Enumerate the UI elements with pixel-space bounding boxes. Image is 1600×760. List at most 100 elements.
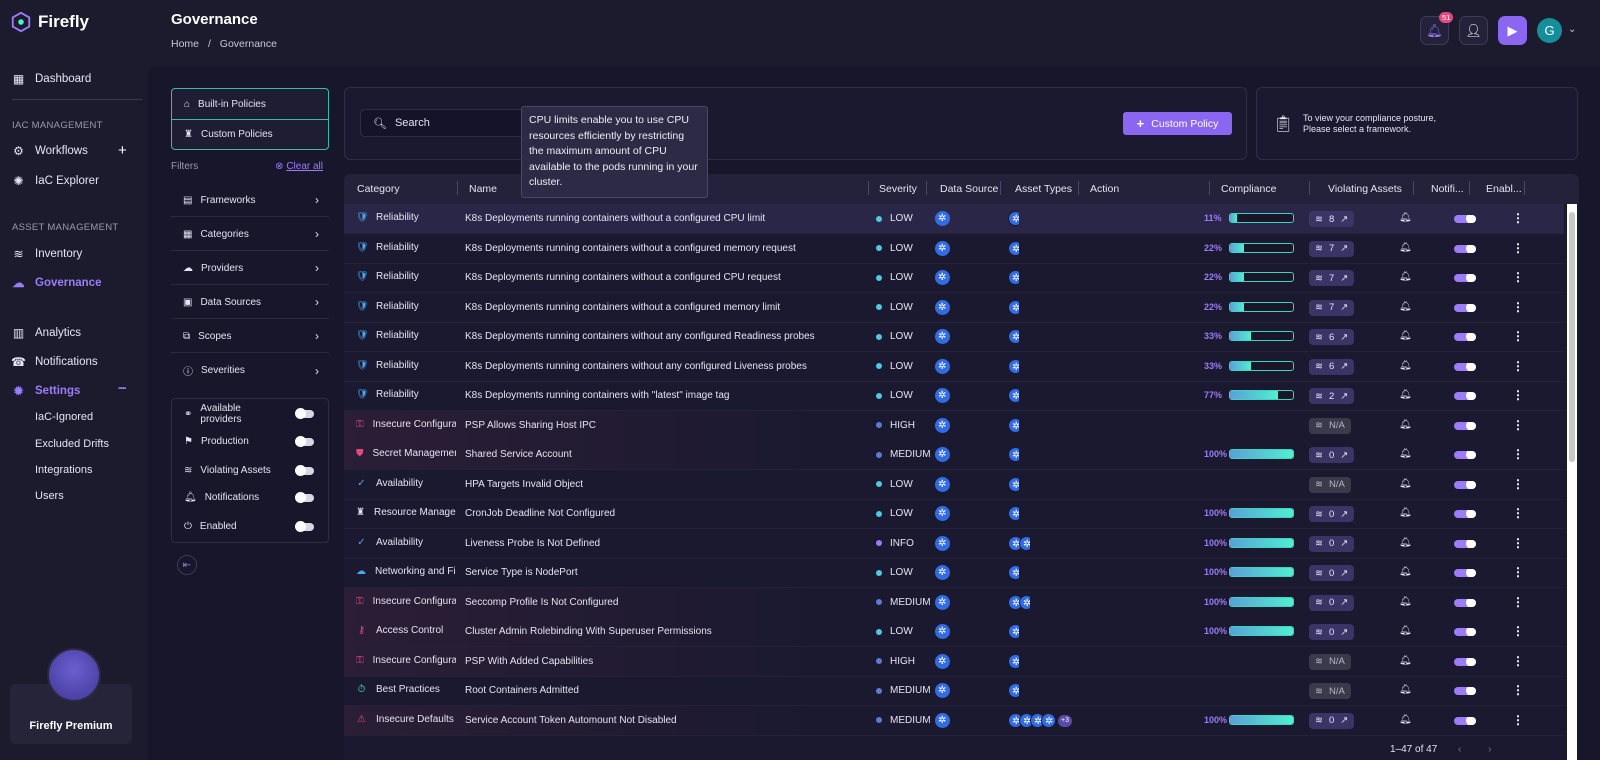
- breadcrumb-home[interactable]: Home: [171, 38, 199, 50]
- enabled-toggle[interactable]: [1454, 598, 1476, 607]
- nav-excluded-drifts[interactable]: Excluded Drifts: [35, 438, 109, 450]
- table-row[interactable]: ♜ Resource Managem CronJob Deadline Not Co…: [344, 499, 1564, 529]
- filter-categories[interactable]: ▦ Categories ›: [171, 218, 329, 251]
- table-row[interactable]: 🛡︎ Reliability K8s Deployments running con…: [344, 204, 1564, 234]
- notification-bell-icon[interactable]: 🔔︎: [1399, 242, 1412, 253]
- violating-assets-badge[interactable]: ≋ 0 ↗: [1309, 594, 1355, 611]
- table-row[interactable]: ⚿ Insecure Configurati PSP With Added Capa…: [344, 646, 1564, 677]
- notification-bell-icon[interactable]: 🔔︎: [1399, 507, 1412, 518]
- notification-bell-icon[interactable]: 🔔︎: [1399, 655, 1412, 666]
- enabled-switch[interactable]: [295, 520, 314, 532]
- filter-severities[interactable]: ⓘ Severities ›: [171, 354, 329, 387]
- enabled-toggle[interactable]: [1454, 539, 1476, 548]
- row-menu-icon[interactable]: ⋮: [1512, 300, 1524, 314]
- row-menu-icon[interactable]: ⋮: [1512, 477, 1524, 491]
- notification-bell-icon[interactable]: 🔔︎: [1399, 271, 1412, 282]
- violating-assets-switch[interactable]: [295, 464, 314, 476]
- policy-name[interactable]: Service Account Token Automount Not Disa…: [465, 715, 855, 726]
- custom-policy-button[interactable]: + Custom Policy: [1123, 112, 1232, 135]
- violating-assets-badge[interactable]: ≋ 6 ↗: [1309, 358, 1355, 375]
- row-menu-icon[interactable]: ⋮: [1512, 270, 1524, 284]
- violating-assets-badge[interactable]: ≋ 0 ↗: [1309, 565, 1355, 581]
- policy-name[interactable]: K8s Deployments running containers witho…: [465, 331, 855, 342]
- clear-all-link[interactable]: ⊗ Clear all: [275, 161, 323, 172]
- nav-iac-explorer[interactable]: ✺ IaC Explorer: [12, 172, 98, 190]
- violating-assets-badge[interactable]: ≋ N/A: [1309, 476, 1351, 493]
- policy-name[interactable]: K8s Deployments running containers witho…: [465, 272, 855, 283]
- play-button[interactable]: ▶: [1498, 16, 1527, 45]
- policy-name[interactable]: PSP Allows Sharing Host IPC: [465, 420, 855, 431]
- policy-name[interactable]: K8s Deployments running containers witho…: [465, 243, 855, 254]
- table-row[interactable]: ⏱ Best Practices Root Containers Admitted M…: [344, 676, 1564, 706]
- enabled-toggle[interactable]: [1454, 274, 1476, 282]
- enabled-toggle[interactable]: [1454, 303, 1476, 312]
- row-menu-icon[interactable]: ⋮: [1512, 506, 1524, 520]
- tab-builtin-policies[interactable]: ⌂ Built-in Policies: [172, 89, 328, 119]
- add-workflow-icon[interactable]: +: [118, 142, 127, 159]
- app-logo[interactable]: Firefly: [10, 11, 89, 33]
- policy-name[interactable]: K8s Deployments running containers witho…: [465, 361, 855, 372]
- violating-assets-badge[interactable]: ≋ 7 ↗: [1309, 270, 1355, 286]
- enabled-toggle[interactable]: [1454, 687, 1476, 695]
- policy-name[interactable]: K8s Deployments running containers witho…: [465, 302, 855, 313]
- policy-name[interactable]: Seccomp Profile Is Not Configured: [465, 597, 855, 608]
- row-menu-icon[interactable]: ⋮: [1512, 624, 1524, 638]
- notification-bell-icon[interactable]: 🔔︎: [1399, 330, 1412, 341]
- violating-assets-badge[interactable]: ≋ 6 ↗: [1309, 329, 1355, 345]
- violating-assets-badge[interactable]: ≋ 0 ↗: [1309, 535, 1355, 552]
- filter-providers[interactable]: ☁ Providers ›: [171, 252, 329, 285]
- column-separator[interactable]: [1413, 181, 1414, 195]
- invite-user-button[interactable]: 👤︎: [1459, 16, 1488, 45]
- table-row[interactable]: 🛡︎ Reliability K8s Deployments running con…: [344, 293, 1564, 323]
- column-compliance[interactable]: Compliance: [1221, 183, 1276, 195]
- production-switch[interactable]: [295, 435, 314, 447]
- column-name[interactable]: Name: [469, 183, 497, 195]
- violating-assets-badge[interactable]: ≋ 0 ↗: [1309, 447, 1355, 463]
- violating-assets-badge[interactable]: ≋ 8 ↗: [1309, 211, 1355, 227]
- row-menu-icon[interactable]: ⋮: [1512, 211, 1524, 225]
- filter-frameworks[interactable]: ▤ Frameworks ›: [171, 184, 329, 217]
- notification-bell-icon[interactable]: 🔔︎: [1399, 625, 1412, 636]
- row-menu-icon[interactable]: ⋮: [1512, 359, 1524, 373]
- notification-bell-icon[interactable]: 🔔︎: [1399, 301, 1412, 312]
- nav-dashboard[interactable]: ▦ Dashboard: [12, 70, 91, 88]
- column-violating-assets[interactable]: Violating Assets: [1328, 183, 1402, 195]
- notifications-switch[interactable]: [295, 491, 314, 503]
- table-row[interactable]: 🛡︎ Reliability K8s Deployments running con…: [344, 352, 1564, 382]
- policy-name[interactable]: K8s Deployments running containers witho…: [465, 213, 855, 224]
- row-menu-icon[interactable]: ⋮: [1512, 536, 1524, 550]
- scrollbar-thumb[interactable]: [1569, 212, 1575, 462]
- column-separator[interactable]: [1209, 181, 1210, 195]
- enabled-toggle[interactable]: [1454, 362, 1476, 371]
- table-row[interactable]: ⛊ Secret Managemen Shared Service Account M…: [344, 440, 1564, 470]
- column-separator[interactable]: [1524, 181, 1525, 195]
- nav-notifications[interactable]: ☎ Notifications: [11, 353, 98, 371]
- nav-integrations[interactable]: Integrations: [35, 464, 92, 476]
- violating-assets-badge[interactable]: ≋ 2 ↗: [1309, 388, 1355, 404]
- column-separator[interactable]: [457, 181, 458, 195]
- row-menu-icon[interactable]: ⋮: [1512, 565, 1524, 579]
- notification-bell-icon[interactable]: 🔔︎: [1399, 478, 1412, 489]
- table-scrollbar[interactable]: [1567, 204, 1577, 760]
- enabled-toggle[interactable]: [1454, 569, 1476, 577]
- avatar[interactable]: G: [1537, 18, 1562, 43]
- notification-bell-icon[interactable]: 🔔︎: [1399, 714, 1412, 725]
- policy-name[interactable]: Root Containers Admitted: [465, 685, 855, 696]
- notification-bell-icon[interactable]: 🔔︎: [1399, 448, 1412, 459]
- row-menu-icon[interactable]: ⋮: [1512, 595, 1524, 609]
- row-menu-icon[interactable]: ⋮: [1512, 447, 1524, 461]
- column-notifications[interactable]: Notifi...: [1431, 183, 1464, 195]
- notification-bell-icon[interactable]: 🔔︎: [1399, 684, 1412, 695]
- table-row[interactable]: 🛡︎ Reliability K8s Deployments running con…: [344, 322, 1564, 352]
- notification-bell-icon[interactable]: 🔔︎: [1399, 360, 1412, 371]
- table-row[interactable]: 🛡︎ Reliability K8s Deployments running con…: [344, 263, 1564, 293]
- enabled-toggle[interactable]: [1454, 451, 1476, 459]
- column-enabled[interactable]: Enabl...: [1486, 183, 1522, 195]
- row-menu-icon[interactable]: ⋮: [1512, 329, 1524, 343]
- column-separator[interactable]: [1309, 181, 1310, 195]
- chevron-down-icon[interactable]: ⌄: [1568, 24, 1576, 35]
- violating-assets-badge[interactable]: ≋ 0 ↗: [1309, 624, 1355, 640]
- enabled-toggle[interactable]: [1454, 421, 1476, 430]
- nav-workflows[interactable]: ⚙ Workflows: [12, 142, 88, 160]
- violating-assets-badge[interactable]: ≋ 7 ↗: [1309, 240, 1355, 257]
